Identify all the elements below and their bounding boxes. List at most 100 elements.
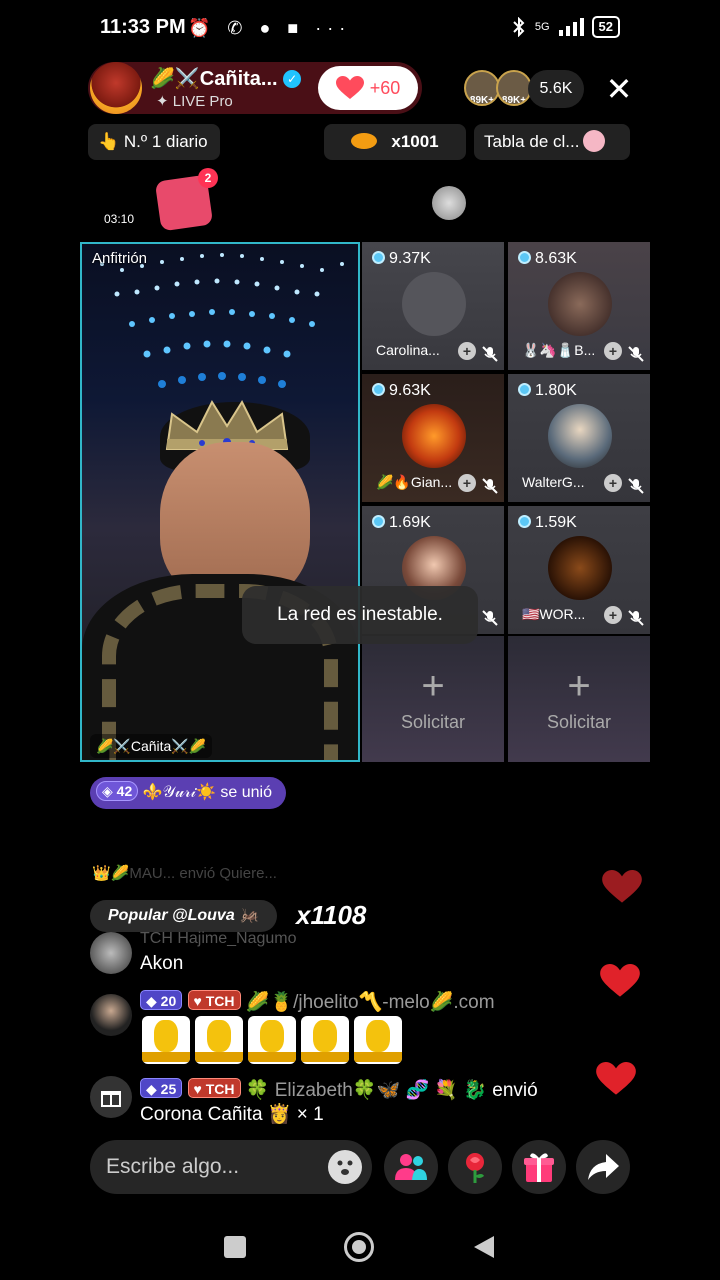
chat-gift-message: ◆ 25 ♥ TCH 🍀 Elizabeth🍀🦋 🧬 💐 🐉 envió bbox=[140, 1078, 538, 1102]
follow-plus-icon[interactable]: + bbox=[604, 342, 622, 360]
mic-muted-icon bbox=[628, 610, 644, 626]
guest-slot[interactable]: 9.63K 🌽🔥Gian... + bbox=[362, 374, 504, 502]
host-name-tag[interactable]: 🌽⚔️Cañita⚔️🌽 bbox=[90, 734, 213, 758]
recent-apps-icon[interactable] bbox=[224, 1236, 246, 1258]
gift-box-icon bbox=[524, 1153, 554, 1182]
viewer-count[interactable]: 5.6K bbox=[528, 70, 584, 108]
host-avatar[interactable] bbox=[90, 62, 142, 114]
guest-name: 🌽🔥Gian... bbox=[376, 474, 452, 490]
floating-heart-icon bbox=[596, 1062, 636, 1095]
mic-muted-icon bbox=[628, 346, 644, 362]
level-badge: ◆ 25 bbox=[140, 1078, 183, 1098]
gift-text: Corona Cañita 👸 × 1 bbox=[140, 1104, 324, 1125]
heart-icon bbox=[335, 76, 364, 99]
home-icon[interactable] bbox=[344, 1232, 374, 1262]
host-profile-pill[interactable]: 🌽⚔️Cañita... ✓ ✦ LIVE Pro +60 bbox=[88, 62, 422, 114]
corn-sticker bbox=[301, 1016, 349, 1064]
request-slot-button[interactable]: + Solicitar bbox=[508, 636, 650, 762]
top-viewer-avatar[interactable]: 89K+ bbox=[464, 70, 500, 106]
gift-timer: 03:10 bbox=[104, 212, 135, 226]
guest-name: WalterG... bbox=[522, 474, 585, 490]
faded-chat-message: 👑🌽MAU... envió Quiere... bbox=[92, 865, 277, 882]
mic-muted-icon bbox=[482, 610, 498, 626]
notification-badge: 2 bbox=[198, 168, 218, 188]
guest-name: 🇺🇸WOR... bbox=[522, 606, 586, 622]
daily-rank-chip[interactable]: 👆 N.º 1 diario bbox=[88, 124, 220, 160]
network-toast: La red es inestable. bbox=[242, 586, 478, 644]
people-icon bbox=[395, 1154, 427, 1180]
rose-icon bbox=[466, 1153, 484, 1183]
corn-sticker bbox=[142, 1016, 190, 1064]
chat-avatar[interactable] bbox=[90, 932, 132, 974]
diamond-icon bbox=[518, 515, 531, 528]
follow-plus-icon[interactable]: + bbox=[458, 474, 476, 492]
floating-heart-icon bbox=[600, 964, 640, 997]
comment-input[interactable] bbox=[106, 1150, 326, 1184]
back-icon[interactable] bbox=[472, 1234, 496, 1260]
request-slot-button[interactable]: + Solicitar bbox=[362, 636, 504, 762]
close-icon[interactable]: ✕ bbox=[602, 72, 636, 106]
chat-username[interactable]: 🍀 Elizabeth🍀🦋 🧬 💐 🐉 bbox=[246, 1080, 487, 1101]
diamond-icon bbox=[518, 251, 531, 264]
floating-dot[interactable] bbox=[432, 186, 466, 220]
diamond-icon bbox=[372, 251, 385, 264]
bluetooth-icon bbox=[513, 17, 525, 37]
guest-slot[interactable]: 9.37K Carolina... + bbox=[362, 242, 504, 370]
popular-banner: Popular @Louva 🦗 bbox=[90, 900, 278, 932]
host-label: Anfitrión bbox=[92, 250, 148, 267]
sparkle-icon: ✦ bbox=[156, 93, 169, 110]
chat-message: ◆ 20 ♥ TCH 🌽🍍/jhoelito〽️-melo🌽.com bbox=[140, 990, 495, 1014]
rose-gift-button[interactable] bbox=[448, 1140, 502, 1194]
guest-avatar bbox=[548, 404, 612, 468]
planet-icon bbox=[351, 133, 378, 149]
system-nav-bar bbox=[0, 1206, 720, 1280]
gift-button[interactable] bbox=[512, 1140, 566, 1194]
team-badge: ♥ TCH bbox=[187, 1078, 241, 1098]
emoji-icon[interactable] bbox=[328, 1150, 362, 1184]
verified-icon: ✓ bbox=[283, 70, 302, 88]
level-badge: ◈ 42 bbox=[96, 781, 139, 801]
corn-sticker bbox=[354, 1016, 402, 1064]
follow-plus-icon[interactable]: + bbox=[604, 606, 622, 624]
corn-sticker bbox=[248, 1016, 296, 1064]
diamond-icon bbox=[372, 383, 385, 396]
guest-avatar bbox=[402, 404, 466, 468]
host-video[interactable]: Anfitrión 🌽⚔️Cañita⚔️🌽 bbox=[80, 242, 360, 762]
guest-avatar bbox=[402, 272, 466, 336]
join-notice: ◈ 42 ⚜️𝒴𝓊𝓇𝒾☀️ se unió bbox=[90, 777, 286, 809]
plus-icon: + bbox=[421, 664, 445, 708]
pig-icon bbox=[583, 130, 606, 152]
corn-sticker bbox=[195, 1016, 243, 1064]
guest-slot[interactable]: 1.59K 🇺🇸WOR... + bbox=[508, 506, 650, 634]
combo-count: x1108 bbox=[296, 900, 367, 930]
floating-heart-icon bbox=[602, 870, 642, 903]
multiplier-chip[interactable]: x1001 bbox=[324, 124, 466, 160]
chat-username[interactable]: 🌽🍍/jhoelito〽️-melo🌽.com bbox=[246, 992, 495, 1013]
team-badge: ♥ TCH bbox=[187, 990, 241, 1010]
battery-indicator: 52 bbox=[591, 16, 620, 38]
guest-name: Carolina... bbox=[376, 342, 440, 358]
guest-name: 🐰🦄🧂B... bbox=[522, 342, 596, 358]
follow-plus-icon[interactable]: + bbox=[604, 474, 622, 492]
mic-muted-icon bbox=[628, 478, 644, 494]
guest-slot[interactable]: 8.63K 🐰🦄🧂B... + bbox=[508, 242, 650, 370]
signal-icon bbox=[558, 18, 584, 36]
like-button[interactable]: +60 bbox=[318, 66, 418, 110]
comment-bar[interactable] bbox=[90, 1140, 372, 1194]
mic-muted-icon bbox=[482, 346, 498, 362]
sticker-row bbox=[142, 1016, 407, 1064]
guest-slot[interactable]: 1.80K WalterG... + bbox=[508, 374, 650, 502]
chat-avatar[interactable] bbox=[90, 994, 132, 1036]
guest-avatar bbox=[548, 536, 612, 600]
top-viewers[interactable]: 89K+ 89K+ 5.6K bbox=[464, 70, 584, 108]
share-button[interactable] bbox=[576, 1140, 630, 1194]
diamond-icon bbox=[518, 383, 531, 396]
status-bar: 11:33 PM ⏰ ✆ ● ■ ··· 5G 52 bbox=[0, 0, 720, 60]
share-arrow-icon bbox=[588, 1154, 619, 1180]
chat-username[interactable]: TCH Hajime_Nagumo bbox=[140, 930, 297, 948]
top-viewer-avatar[interactable]: 89K+ bbox=[496, 70, 532, 106]
follow-plus-icon[interactable]: + bbox=[458, 342, 476, 360]
multi-guest-button[interactable] bbox=[384, 1140, 438, 1194]
ranking-table-chip[interactable]: Tabla de cl... bbox=[474, 124, 630, 160]
mic-muted-icon bbox=[482, 478, 498, 494]
